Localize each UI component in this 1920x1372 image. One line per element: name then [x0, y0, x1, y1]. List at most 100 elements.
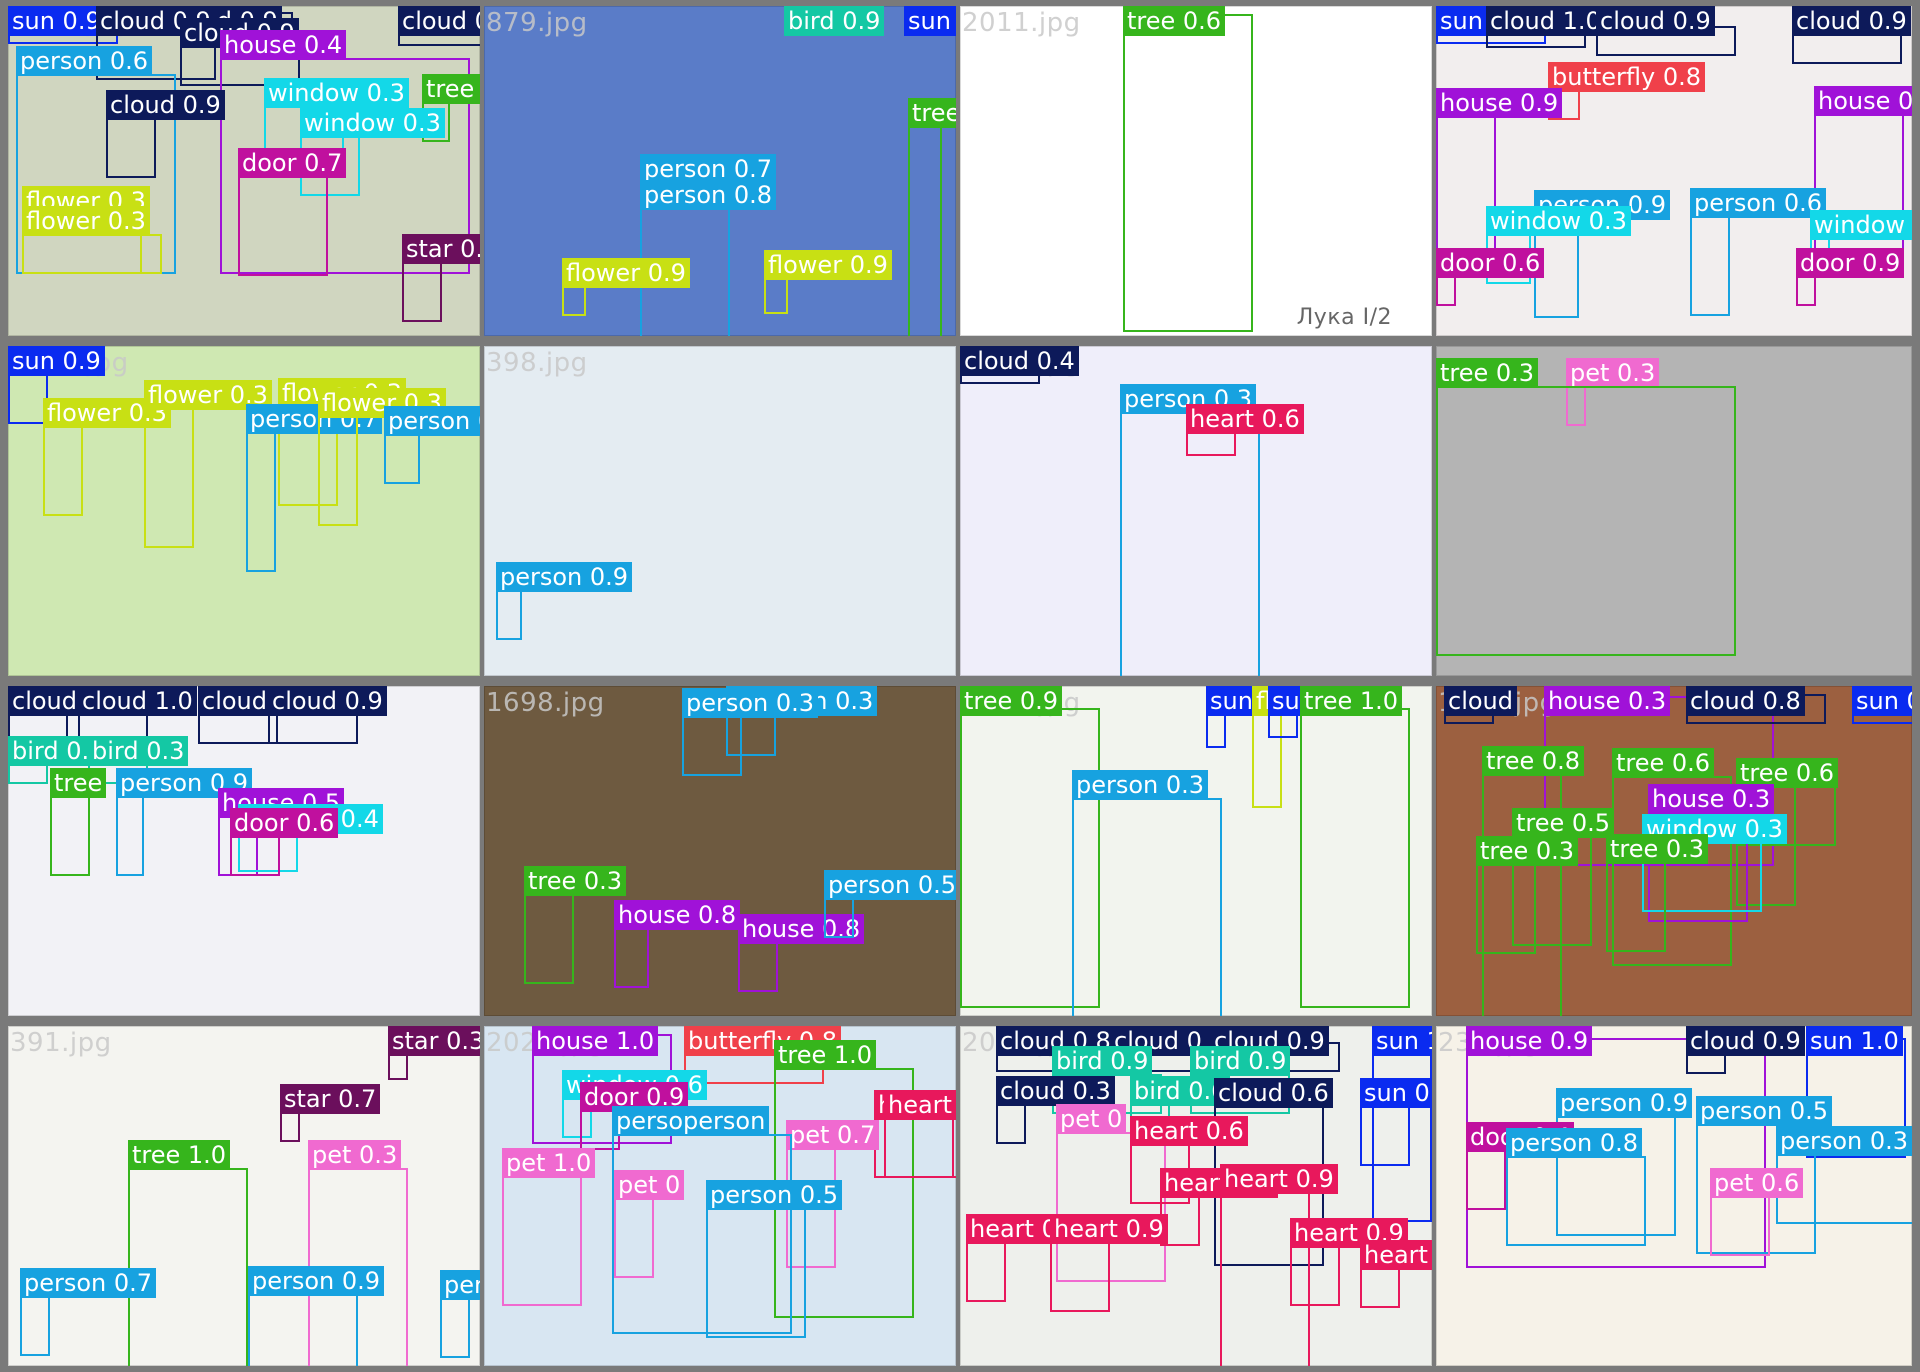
detection-label: cloud 0.3	[996, 1076, 1115, 1106]
detection-label: bird 0.9	[1052, 1046, 1153, 1076]
detection-label: tree 0.6	[1123, 6, 1226, 36]
detection-box-flower	[764, 278, 788, 314]
detection-label: house 0.8	[614, 900, 741, 930]
detection-label: cloud 0.9	[1792, 6, 1911, 36]
detection-label: person 0.8	[1506, 1128, 1643, 1158]
detection-label: tree	[50, 768, 107, 798]
detection-label: person 0.9	[1556, 1088, 1693, 1118]
detection-box-person	[246, 432, 276, 572]
detection-label: tree 0.9	[960, 686, 1063, 716]
detection-box-heart	[1360, 1268, 1400, 1308]
detection-label: heart	[1360, 1240, 1432, 1270]
detection-label: flower 0.9	[764, 250, 892, 280]
detection-label: sun	[1206, 686, 1257, 716]
detection-box-person	[706, 1208, 806, 1338]
detection-box-person	[116, 796, 144, 876]
detection-label: pet 0	[614, 1170, 685, 1200]
detection-label: door 0.6	[1436, 248, 1545, 278]
image-tile: 1105.jpgsun 0.9flower 0.3flower 0.3flowe…	[8, 346, 480, 676]
image-filename: 391.jpg	[10, 1028, 112, 1058]
detection-box-tree	[1123, 14, 1253, 332]
detection-box-heart	[1186, 432, 1236, 456]
detection-label: sun 0.3	[1360, 1078, 1432, 1108]
detection-label: window 0.3	[1486, 206, 1631, 236]
detection-label: persoperson	[612, 1106, 770, 1136]
detection-box-heart	[1290, 1246, 1340, 1306]
detection-label: window 0.4	[1810, 210, 1912, 240]
detection-label: sun 1.0	[1372, 1026, 1432, 1056]
detection-box-star	[402, 262, 442, 322]
detection-label: person 0.6	[1690, 188, 1827, 218]
detection-label: star 0.4	[402, 234, 480, 264]
detection-label: tree 0.8	[1482, 746, 1585, 776]
detection-label: pet 0.7	[786, 1120, 880, 1150]
image-filename: 1698.jpg	[486, 688, 605, 718]
detection-label: tree 0.3	[1606, 834, 1709, 864]
detection-box-tree	[524, 894, 574, 984]
detection-box-pet	[614, 1198, 654, 1278]
image-tile: 391.jpg star 0.3 star 0.7 tree 1.0 pet 0.3 pe…	[8, 1026, 480, 1366]
detection-label: person 0.9	[248, 1266, 385, 1296]
image-tile: 2011.jpg Лука I/2 tree 0.6	[960, 6, 1432, 336]
detection-label: sun 1.0	[1806, 1026, 1903, 1056]
detection-box-person	[1690, 216, 1730, 316]
detection-box-tree	[50, 796, 90, 876]
detection-label: star 0.7	[280, 1084, 381, 1114]
detection-label: cloud 0.9	[106, 90, 225, 120]
detection-label: pet 0.6	[1710, 1168, 1804, 1198]
detection-label: person 0.5	[1696, 1096, 1833, 1126]
detection-label: house 1.0	[532, 1026, 659, 1056]
detection-box-person	[824, 898, 854, 938]
detection-label: person 0.5	[824, 870, 956, 900]
detection-box-person	[682, 716, 742, 776]
detection-label: cloud 1.0	[1486, 6, 1605, 36]
detection-label: door 0.9	[1796, 248, 1905, 278]
detection-box-person	[440, 1298, 470, 1358]
detection-label: pet 0.3	[1566, 358, 1660, 388]
detection-label: person 0.3	[1776, 1126, 1912, 1156]
detection-label: door 0.7	[238, 148, 347, 178]
detection-label: flower 0.9	[562, 258, 690, 288]
detection-box-door	[1466, 1150, 1506, 1210]
detection-box-house	[614, 928, 649, 988]
image-tile: 2021.jpghouse 1.0butterfly 0.8tree 1.0wi…	[484, 1026, 956, 1366]
detection-label: cloud 0.9	[398, 6, 480, 36]
detection-label: heart 0.3	[884, 1090, 956, 1120]
detection-label: person 0.3	[1072, 770, 1209, 800]
detection-box-door	[1796, 276, 1816, 306]
detection-label: star 0.3	[388, 1026, 480, 1056]
detection-label: pet 0.3	[308, 1140, 402, 1170]
detection-box-person	[20, 1296, 50, 1356]
detection-label: house 0.9	[1436, 88, 1563, 118]
detection-label: tree 0.3	[524, 866, 627, 896]
detection-box-bird	[8, 764, 48, 784]
detection-label: heart 0.9	[1050, 1214, 1168, 1244]
image-tile: 1757.jpgsun 0.9cloud 0.9cloud 0.9cloud 0…	[8, 6, 480, 336]
detection-label: person 0.5	[706, 1180, 843, 1210]
detection-label: sun 0.9	[904, 6, 956, 36]
image-tile: 2024.jpgtree 0.9sunflosun 0.3tree 1.0per…	[960, 686, 1432, 1016]
detection-label: window 0.3	[300, 108, 445, 138]
detection-label: house 0.3	[1648, 784, 1775, 814]
image-tile: sun 0.9 cloud 1.0 cloud 0.9 cloud 0.9 butter…	[1436, 6, 1912, 336]
image-tile: 235.jpghouse 0.9cloud 0.9sun 1.0person 0…	[1436, 1026, 1912, 1366]
detection-label: person 0.9	[496, 562, 633, 592]
detection-label: tree 0.7	[422, 74, 480, 104]
detection-box-sun	[8, 374, 48, 424]
image-tile: 879.jpgbird 0.9sun 0.9tree 0.9person 0.7…	[484, 6, 956, 336]
image-tile: 2025.jpgcloud 0.8cloud 0.8cloud 0.9bird …	[960, 1026, 1432, 1366]
image-tile: 2022.jpgcloud 0.4person 0.3heart 0.6	[960, 346, 1432, 676]
detection-box-star	[280, 1112, 300, 1142]
detection-box-heart	[966, 1242, 1006, 1302]
image-tile: cloud 0.7 cloud 1.0 cloud 1.0 cloud 0.9 bird…	[8, 686, 480, 1016]
detection-label: pet 1.0	[502, 1148, 596, 1178]
detection-label: window 0.3	[264, 78, 409, 108]
detection-label: butterfly 0.8	[1548, 62, 1706, 92]
detection-box-pet	[1710, 1196, 1770, 1256]
image-filename: 879.jpg	[486, 8, 588, 38]
detection-box-heart	[1050, 1242, 1110, 1312]
detection-label: person 0.6	[16, 46, 153, 76]
image-filename: 2011.jpg	[962, 8, 1081, 38]
image-tile: 398.jpg person 0.9	[484, 346, 956, 676]
detection-label: sun 0.9	[8, 346, 105, 376]
